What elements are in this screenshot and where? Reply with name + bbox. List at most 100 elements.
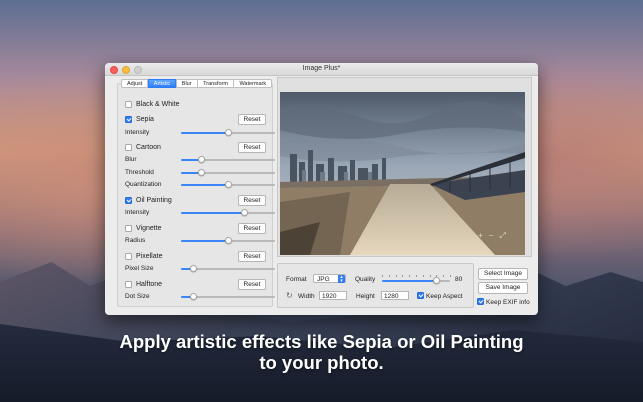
tab-adjust[interactable]: Adjust bbox=[121, 79, 149, 88]
effects-box: Black & White Sepia Reset Intensity Cart… bbox=[117, 83, 275, 307]
zoom-button[interactable] bbox=[134, 66, 142, 74]
fit-screen-icon[interactable]: ⤢ bbox=[499, 232, 505, 240]
oil-painting-intensity-label: Intensity bbox=[125, 209, 150, 216]
tab-watermark[interactable]: Watermark bbox=[233, 79, 273, 88]
halftone-label: Halftone bbox=[136, 280, 163, 288]
format-select[interactable]: JPG ▴ ▾ bbox=[313, 274, 346, 284]
cartoon-threshold-slider[interactable] bbox=[181, 169, 275, 176]
app-window: Image Plus* Black & White Sepia Reset In… bbox=[105, 63, 538, 315]
effect-sepia[interactable]: Sepia Reset bbox=[125, 114, 266, 125]
pixellate-size-label: Pixel Size bbox=[125, 265, 154, 272]
sepia-intensity-slider[interactable] bbox=[181, 129, 275, 136]
quality-tick bbox=[395, 275, 397, 277]
cartoon-blur-slider[interactable] bbox=[181, 156, 275, 163]
traffic-lights bbox=[110, 66, 142, 74]
cartoon-label: Cartoon bbox=[136, 143, 161, 151]
format-label: Format bbox=[286, 276, 307, 283]
height-label: Height bbox=[356, 293, 375, 300]
halftone-dot-size-slider[interactable] bbox=[181, 293, 275, 300]
format-value: JPG bbox=[317, 276, 330, 283]
slider-knob[interactable] bbox=[189, 293, 197, 300]
cartoon-checkbox[interactable] bbox=[125, 143, 132, 151]
oil-painting-checkbox[interactable] bbox=[125, 196, 132, 204]
caption-line-1: Apply artistic effects like Sepia or Oil… bbox=[119, 331, 524, 352]
refresh-icon[interactable]: ↻ bbox=[286, 291, 293, 300]
pixellate-reset-button[interactable]: Reset bbox=[238, 251, 266, 262]
slider-knob[interactable] bbox=[224, 181, 232, 188]
zoom-in-icon[interactable]: + bbox=[478, 232, 483, 240]
cartoon-blur-label: Blur bbox=[125, 156, 137, 163]
effect-pixellate[interactable]: Pixellate Reset bbox=[125, 251, 266, 262]
zoom-out-icon[interactable]: − bbox=[489, 232, 494, 240]
quality-value: 80 bbox=[455, 276, 463, 283]
effect-vignette[interactable]: Vignette Reset bbox=[125, 223, 266, 234]
effect-oil-painting[interactable]: Oil Painting Reset bbox=[125, 195, 266, 206]
pixellate-size-slider[interactable] bbox=[181, 265, 275, 272]
cartoon-threshold-label: Threshold bbox=[125, 169, 154, 176]
vignette-checkbox[interactable] bbox=[125, 224, 132, 232]
halftone-checkbox[interactable] bbox=[125, 280, 132, 288]
slider-knob[interactable] bbox=[432, 277, 440, 284]
title-bar: Image Plus* bbox=[105, 63, 538, 76]
vignette-radius-label: Radius bbox=[125, 237, 146, 244]
quality-label: Quality bbox=[355, 276, 376, 283]
tab-artistic[interactable]: Artistic bbox=[147, 79, 177, 88]
vignette-label: Vignette bbox=[136, 224, 162, 232]
keep-exif-checkbox[interactable] bbox=[477, 298, 484, 305]
halftone-reset-button[interactable]: Reset bbox=[238, 279, 266, 290]
quality-tick bbox=[422, 275, 424, 277]
quality-tick bbox=[429, 275, 431, 277]
keep-aspect-label: Keep Aspect bbox=[426, 293, 463, 300]
vignette-radius-slider[interactable] bbox=[181, 237, 275, 244]
sepia-label: Sepia bbox=[136, 115, 154, 123]
pixellate-checkbox[interactable] bbox=[125, 252, 132, 260]
black-white-label: Black & White bbox=[136, 100, 180, 108]
window-title: Image Plus* bbox=[302, 65, 341, 72]
tab-blur[interactable]: Blur bbox=[175, 79, 198, 88]
effect-halftone[interactable]: Halftone Reset bbox=[125, 279, 266, 290]
select-image-button[interactable]: Select Image bbox=[478, 268, 528, 280]
halftone-dot-size-label: Dot Size bbox=[125, 293, 150, 300]
effects-panel: Black & White Sepia Reset Intensity Cart… bbox=[117, 77, 275, 307]
slider-knob[interactable] bbox=[241, 209, 249, 216]
sepia-reset-button[interactable]: Reset bbox=[238, 114, 266, 125]
quality-tick bbox=[402, 275, 403, 277]
slider-knob[interactable] bbox=[224, 129, 232, 136]
cartoon-reset-button[interactable]: Reset bbox=[238, 142, 266, 153]
oil-painting-label: Oil Painting bbox=[136, 196, 172, 204]
cartoon-quantization-slider[interactable] bbox=[181, 181, 275, 188]
slider-knob[interactable] bbox=[224, 237, 232, 244]
vignette-reset-button[interactable]: Reset bbox=[238, 223, 266, 234]
effect-cartoon[interactable]: Cartoon Reset bbox=[125, 142, 266, 153]
slider-knob[interactable] bbox=[189, 265, 197, 272]
quality-tick bbox=[450, 275, 451, 277]
save-image-button[interactable]: Save Image bbox=[478, 282, 528, 294]
pixellate-label: Pixellate bbox=[136, 252, 163, 260]
sepia-intensity-label: Intensity bbox=[125, 129, 150, 136]
minimize-button[interactable] bbox=[122, 66, 130, 74]
quality-slider[interactable] bbox=[382, 275, 451, 284]
quality-tick bbox=[409, 275, 410, 277]
height-field[interactable]: 1280 bbox=[381, 291, 409, 300]
oil-painting-intensity-slider[interactable] bbox=[181, 209, 275, 216]
slider-knob[interactable] bbox=[198, 169, 206, 176]
caption-line-2: to your photo. bbox=[259, 352, 384, 373]
quality-tick bbox=[382, 275, 383, 277]
zoom-controls: + − ⤢ bbox=[478, 232, 506, 240]
quality-tick bbox=[416, 275, 417, 277]
black-white-checkbox[interactable] bbox=[125, 100, 132, 108]
chevron-updown-icon: ▴ ▾ bbox=[338, 275, 345, 284]
tab-transform[interactable]: Transform bbox=[197, 79, 234, 88]
slider-knob[interactable] bbox=[198, 156, 206, 163]
keep-exif-label: Keep EXIF info bbox=[486, 298, 530, 306]
width-label: Width bbox=[298, 293, 315, 300]
keep-aspect-checkbox[interactable] bbox=[417, 292, 424, 299]
sepia-checkbox[interactable] bbox=[125, 115, 132, 123]
quality-tick bbox=[443, 275, 444, 277]
effect-black-white[interactable]: Black & White bbox=[125, 99, 266, 109]
cartoon-quantization-label: Quantization bbox=[125, 181, 162, 188]
close-button[interactable] bbox=[110, 66, 118, 74]
width-field[interactable]: 1920 bbox=[319, 291, 347, 300]
image-preview: + − ⤢ bbox=[277, 77, 532, 257]
oil-painting-reset-button[interactable]: Reset bbox=[238, 195, 266, 206]
